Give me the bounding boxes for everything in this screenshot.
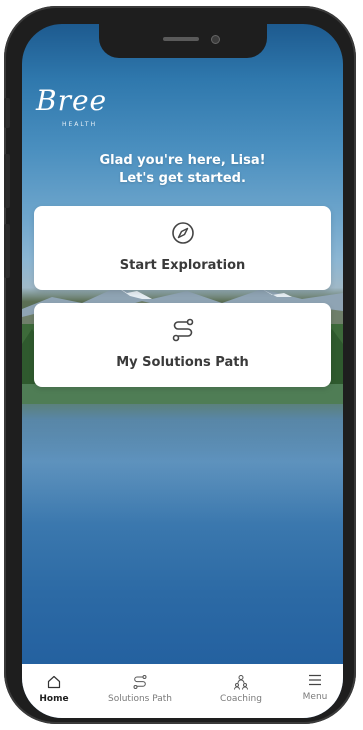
people-icon	[234, 675, 248, 690]
compass-icon	[172, 222, 194, 244]
tab-coaching-label: Coaching	[220, 694, 262, 704]
my-solutions-path-label: My Solutions Path	[116, 355, 249, 370]
tab-solutions-path[interactable]: Solutions Path	[94, 664, 186, 718]
front-camera	[211, 35, 220, 44]
welcome-line-2: Let's get started.	[119, 171, 246, 186]
brand-logo-subtitle: HEALTH	[62, 121, 98, 128]
app-screen: Bree HEALTH Glad you're here, Lisa! Let'…	[22, 24, 343, 718]
start-exploration-label: Start Exploration	[119, 258, 246, 273]
volume-down-button	[4, 224, 10, 278]
volume-up-button	[4, 154, 10, 208]
start-exploration-card[interactable]: Start Exploration	[34, 206, 331, 290]
camera-notch	[99, 24, 267, 58]
tab-solutions-path-label: Solutions Path	[108, 694, 172, 704]
home-icon	[47, 675, 61, 689]
mute-switch	[4, 98, 10, 128]
brand-logo: Bree	[36, 84, 108, 117]
welcome-line-1: Glad you're here, Lisa!	[99, 153, 266, 168]
path-icon	[133, 675, 147, 689]
tab-menu[interactable]: Menu	[290, 664, 340, 718]
tab-home[interactable]: Home	[22, 664, 86, 718]
lake-reflection	[22, 404, 343, 524]
path-icon	[172, 318, 194, 342]
bottom-tab-bar: Home Solutions Path Coaching Menu	[22, 664, 343, 718]
tab-coaching[interactable]: Coaching	[202, 664, 280, 718]
tab-menu-label: Menu	[302, 692, 328, 702]
speaker-grille	[163, 37, 199, 41]
welcome-message: Glad you're here, Lisa! Let's get starte…	[22, 152, 343, 188]
phone-frame: Bree HEALTH Glad you're here, Lisa! Let'…	[4, 6, 356, 724]
menu-icon	[309, 674, 321, 686]
my-solutions-path-card[interactable]: My Solutions Path	[34, 303, 331, 387]
tab-home-label: Home	[39, 694, 69, 704]
